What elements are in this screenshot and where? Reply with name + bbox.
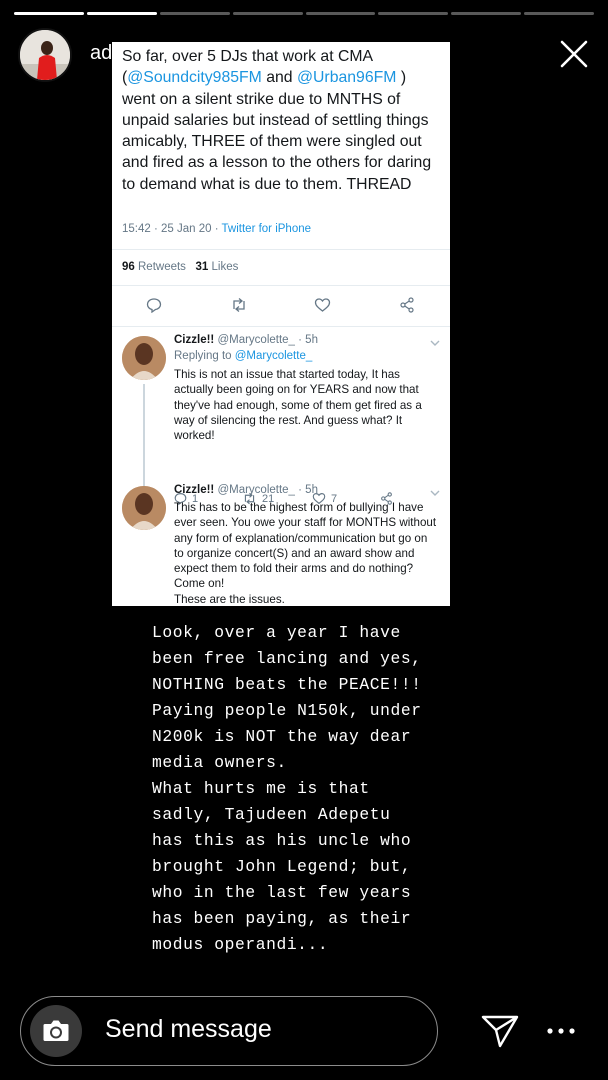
reply-text: This has to be the highest form of bully… xyxy=(174,501,437,606)
tweet-meta: 15:42 · 25 Jan 20 · Twitter for iPhone xyxy=(122,223,312,235)
reply-text: This is not an issue that started today,… xyxy=(174,368,422,443)
reply-avatar xyxy=(122,486,166,530)
story-progress-segment xyxy=(378,12,449,15)
reply-icon xyxy=(146,298,162,313)
share-icon xyxy=(400,297,414,313)
story-progress-segment xyxy=(14,12,84,15)
camera-button[interactable] xyxy=(30,1005,82,1057)
more-icon xyxy=(547,1028,575,1034)
close-icon xyxy=(560,40,588,68)
send-icon xyxy=(481,1015,519,1048)
chevron-down-icon[interactable] xyxy=(430,338,440,348)
story-progress xyxy=(14,12,594,15)
send-message-field[interactable]: Send message xyxy=(20,996,438,1066)
close-button[interactable] xyxy=(556,36,592,72)
story-progress-segment xyxy=(159,12,230,15)
story-progress-segment xyxy=(524,12,594,15)
retweet-icon xyxy=(233,298,245,312)
mention-soundcity: @Soundcity985FM xyxy=(127,69,262,87)
tweet-screenshot: So far, over 5 DJs that work at CMA (@So… xyxy=(112,42,450,606)
tweet-actions xyxy=(112,294,450,320)
tweet-stats: 96 Retweets 31 Likes xyxy=(122,261,239,273)
mention-urban96: @Urban96FM xyxy=(296,69,397,87)
story-progress-segment xyxy=(232,12,303,15)
story-progress-segment xyxy=(451,12,522,15)
story-avatar[interactable] xyxy=(18,28,72,82)
like-icon xyxy=(314,298,331,312)
send-message-placeholder: Send message xyxy=(105,1015,272,1043)
camera-icon xyxy=(43,1020,69,1041)
send-button[interactable] xyxy=(480,1010,520,1050)
more-options-button[interactable] xyxy=(546,1024,576,1036)
story-progress-segment xyxy=(305,12,376,15)
story-caption: Look, over a year I have been free lanci… xyxy=(152,623,422,954)
story-progress-segment xyxy=(86,12,157,15)
reply-avatar xyxy=(122,336,166,380)
tweet-body: went on a silent strike due to MNTHS of … xyxy=(122,90,432,193)
chevron-down-icon[interactable] xyxy=(430,488,440,498)
tweet-text: So far, over 5 DJs that work at CMA (@So… xyxy=(122,48,432,193)
